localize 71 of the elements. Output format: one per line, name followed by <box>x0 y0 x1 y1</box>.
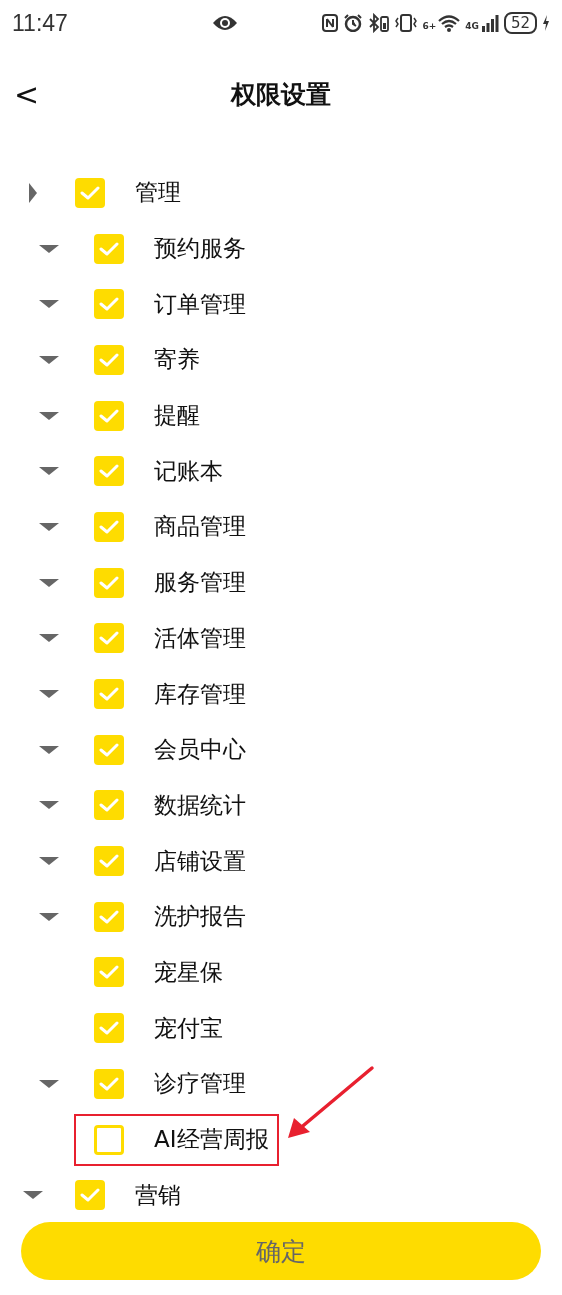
check-icon <box>99 908 119 925</box>
checkbox[interactable] <box>94 400 124 431</box>
alarm-icon <box>343 14 364 32</box>
permission-label: 活体管理 <box>154 623 246 653</box>
check-icon <box>99 463 119 480</box>
permission-label: 店铺设置 <box>154 846 246 876</box>
vibrate-icon <box>395 13 418 33</box>
bluetooth-battery-icon <box>368 13 391 33</box>
permission-label: 营销 <box>135 1180 181 1210</box>
check-icon <box>99 1020 119 1037</box>
checkbox[interactable] <box>94 511 124 542</box>
permission-label: 诊疗管理 <box>154 1069 246 1099</box>
check-icon <box>99 351 119 368</box>
permission-label: 宠星保 <box>154 957 223 987</box>
check-icon <box>80 1187 100 1204</box>
checkbox[interactable] <box>94 790 124 821</box>
checkbox[interactable] <box>75 1180 105 1210</box>
checkbox[interactable] <box>94 957 124 988</box>
permission-label: 订单管理 <box>154 289 246 319</box>
permission-label: 寄养 <box>154 345 200 375</box>
checkbox[interactable] <box>94 233 124 264</box>
checkbox[interactable] <box>75 177 105 208</box>
permission-label: 数据统计 <box>154 790 246 820</box>
checkbox[interactable] <box>94 679 124 710</box>
network-type: 4G <box>465 22 479 31</box>
wifi-icon <box>438 14 461 32</box>
permission-label: 管理 <box>135 178 181 208</box>
page-title: 权限设置 <box>231 78 331 111</box>
check-icon <box>99 741 119 758</box>
check-icon <box>99 296 119 313</box>
checkbox[interactable] <box>94 1124 124 1155</box>
eye-icon <box>212 14 239 32</box>
check-icon <box>99 1075 119 1092</box>
checkbox[interactable] <box>94 567 124 598</box>
permission-label: 预约服务 <box>154 234 246 264</box>
checkbox[interactable] <box>94 1013 124 1044</box>
permission-label: 洗护报告 <box>154 902 246 932</box>
checkbox[interactable] <box>94 344 124 375</box>
check-icon <box>99 797 119 814</box>
check-icon <box>99 574 119 591</box>
wifi-tag: 6+ <box>422 22 437 31</box>
check-icon <box>80 184 100 201</box>
permission-label: AI经营周报 <box>154 1125 269 1155</box>
checkbox[interactable] <box>94 846 124 877</box>
permission-label: 商品管理 <box>154 512 246 542</box>
confirm-button[interactable]: 确定 <box>21 1222 541 1280</box>
check-icon <box>99 964 119 981</box>
nfc-icon <box>322 14 339 32</box>
charging-icon <box>542 14 550 32</box>
permission-label: 库存管理 <box>154 679 246 709</box>
check-icon <box>99 407 119 424</box>
checkbox[interactable] <box>94 456 124 487</box>
checkbox[interactable] <box>94 289 124 320</box>
check-icon <box>99 240 119 257</box>
checkbox[interactable] <box>94 623 124 654</box>
back-button[interactable]: < <box>8 76 46 112</box>
status-time: 11:47 <box>12 9 68 37</box>
permission-label: 提醒 <box>154 401 200 431</box>
signal-icon <box>480 14 499 32</box>
checkbox[interactable] <box>94 901 124 932</box>
checkbox[interactable] <box>94 1068 124 1099</box>
permission-label: 记账本 <box>154 456 223 486</box>
check-icon <box>99 630 119 647</box>
check-icon <box>99 518 119 535</box>
checkbox[interactable] <box>94 734 124 765</box>
check-icon <box>99 853 119 870</box>
permission-label: 服务管理 <box>154 568 246 598</box>
permission-label: 宠付宝 <box>154 1013 223 1043</box>
check-icon <box>99 686 119 703</box>
permission-label: 会员中心 <box>154 735 246 765</box>
battery-level: 52 <box>503 12 537 34</box>
